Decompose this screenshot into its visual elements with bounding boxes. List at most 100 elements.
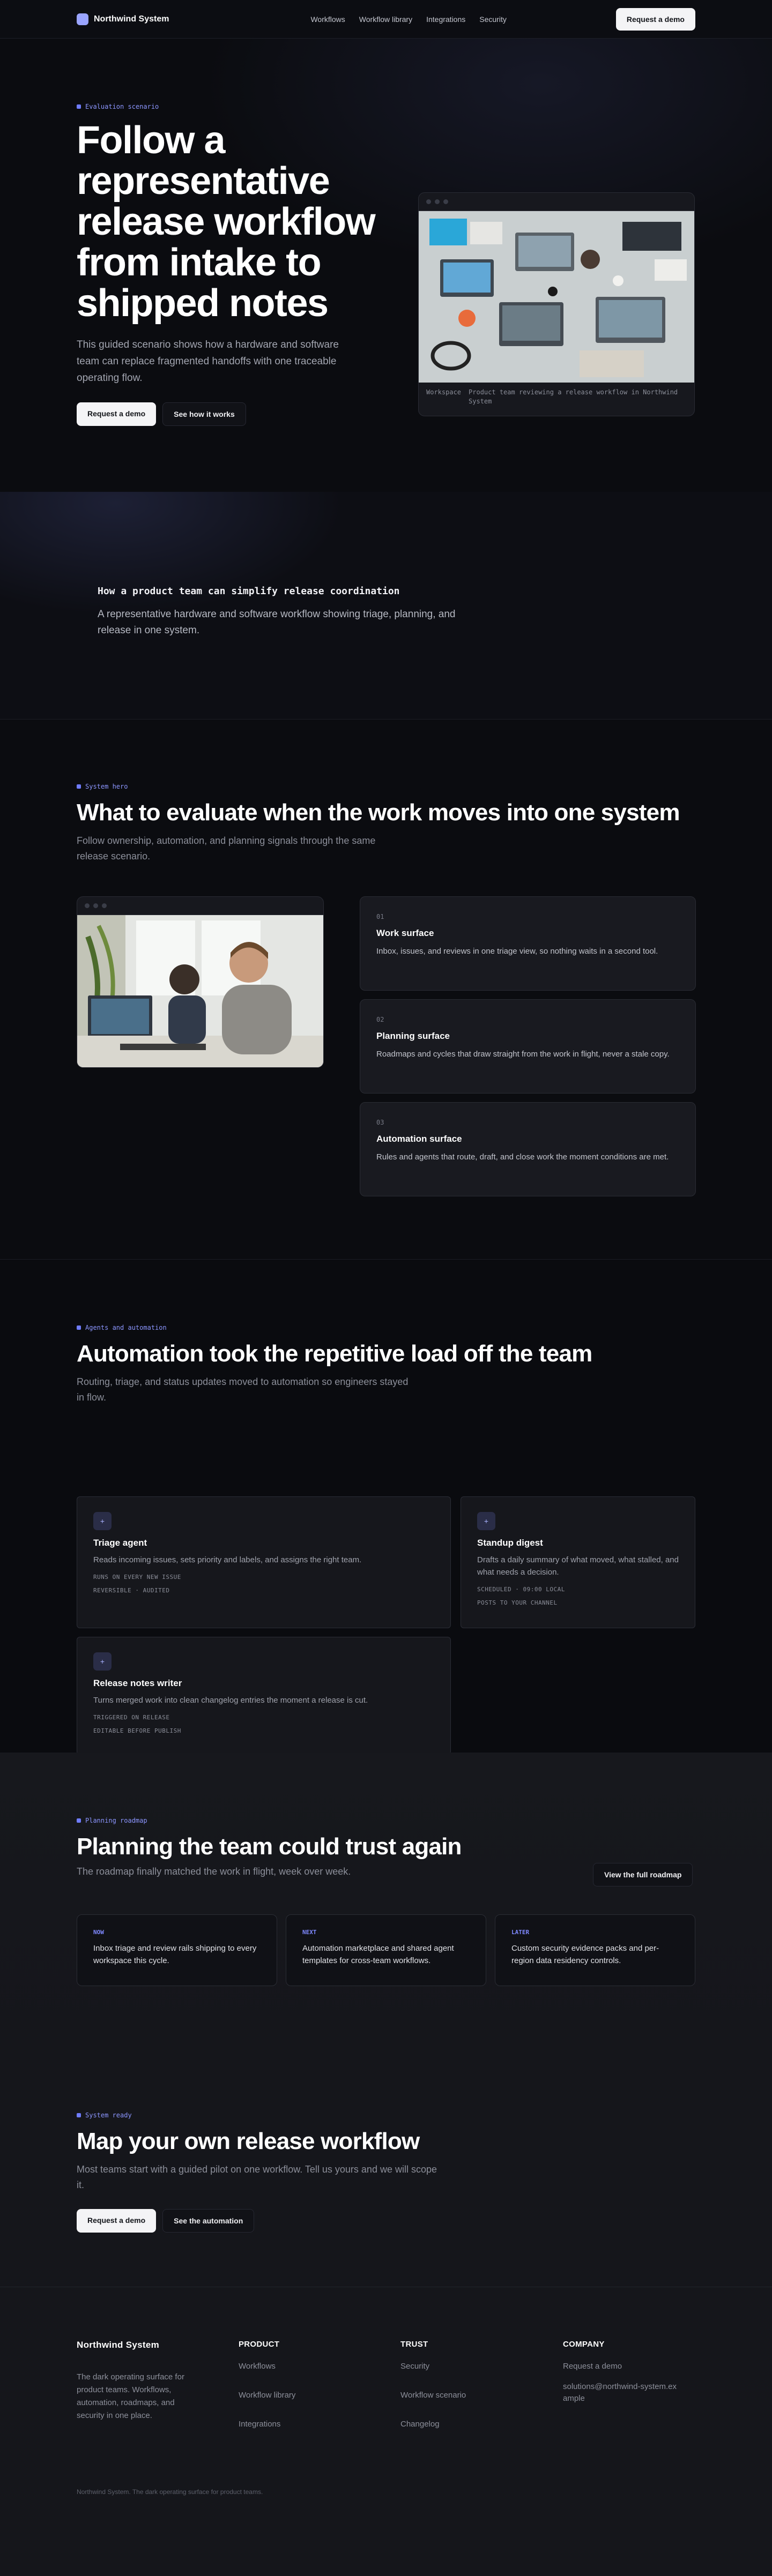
footer-link-changelog[interactable]: Changelog [400,2418,466,2430]
hero-eyebrow: Evaluation scenario [77,103,377,110]
surface-num: 01 [376,913,384,920]
eyebrow-square-icon [77,1818,81,1823]
roadmap-text: Automation marketplace and shared agent … [302,1944,454,1965]
eyebrow-square-icon [77,104,81,109]
footer-link-security[interactable]: Security [400,2361,466,2372]
surface-card-planning: 02 Planning surface Roadmaps and cycles … [360,999,696,1094]
agent-meta: POSTS TO YOUR CHANNEL [477,1599,558,1606]
roadmap-tag: NOW [93,1929,104,1936]
surface-title: Automation surface [376,1134,462,1144]
eyebrow-square-icon [77,1326,81,1330]
cta-see-automation-button[interactable]: See the automation [162,2209,255,2233]
footer-column-title: PRODUCT [239,2340,280,2349]
system-hero-section: System hero What to evaluate when the wo… [0,720,772,1260]
team-workspace-image [419,211,694,383]
footer-brand-column: Northwind System The dark operating surf… [77,2340,201,2422]
automation-eyebrow-label: Agents and automation [85,1324,167,1331]
surface-title: Work surface [376,928,434,938]
roadmap-subtitle: The roadmap finally matched the work in … [77,1866,351,1877]
agent-text: Turns merged work into clean changelog e… [93,1696,368,1705]
footer-link-request-demo[interactable]: Request a demo [563,2361,681,2372]
roadmap-card-next: NEXT Automation marketplace and shared a… [286,1914,486,1986]
hero-subtitle: This guided scenario shows how a hardwar… [77,339,339,384]
eyebrow-square-icon [77,2113,81,2117]
automation-section: Agents and automation Automation took th… [0,1260,772,1755]
hero-title: Follow a representative release workflow… [77,119,376,325]
intro-section: How a product team can simplify release … [0,492,772,720]
cta-subtitle: Most teams start with a guided pilot on … [77,2164,437,2190]
agent-meta: RUNS ON EVERY NEW ISSUE [93,1574,181,1581]
footer-column-product: PRODUCT Workflows Workflow library Integ… [239,2340,295,2430]
surface-card-automation: 03 Automation surface Rules and agents t… [360,1102,696,1196]
surface-text: Roadmaps and cycles that draw straight f… [376,1050,670,1059]
roadmap-section: Planning roadmap Planning the team could… [0,1753,772,2053]
hero-see-how-button[interactable]: See how it works [162,402,246,426]
cta-title: Map your own release workflow [77,2128,420,2154]
surface-title: Planning surface [376,1031,450,1041]
footer-brand: Northwind System [77,2340,160,2350]
nav-link-workflows[interactable]: Workflows [310,15,345,24]
roadmap-tag: LATER [511,1929,530,1936]
roadmap-text: Inbox triage and review rails shipping t… [93,1944,257,1965]
automation-eyebrow: Agents and automation [77,1324,695,1331]
system-hero-subtitle: Follow ownership, automation, and planni… [77,835,376,862]
caption-label: Workspace [426,388,462,396]
roadmap-tag: NEXT [302,1929,317,1936]
agent-card-triage[interactable]: + Triage agent Reads incoming issues, se… [77,1496,451,1628]
cta-request-demo-button[interactable]: Request a demo [77,2209,157,2233]
nav-link-security[interactable]: Security [479,15,507,24]
hero-request-demo-button[interactable]: Request a demo [77,402,157,426]
brand-mark-icon [77,13,88,25]
agent-text: Reads incoming issues, sets priority and… [93,1555,362,1564]
agent-text: Drafts a daily summary of what moved, wh… [477,1555,679,1577]
footer-link-workflow-library[interactable]: Workflow library [239,2390,295,2401]
surface-text: Rules and agents that route, draft, and … [376,1152,669,1162]
roadmap-title: Planning the team could trust again [77,1833,462,1860]
plus-icon: + [477,1512,495,1530]
eyebrow-square-icon [77,784,81,789]
footer-link-workflow-scenario[interactable]: Workflow scenario [400,2390,466,2401]
system-hero-eyebrow-label: System hero [85,783,128,790]
automation-subtitle: Routing, triage, and status updates move… [77,1376,409,1403]
agent-meta: EDITABLE BEFORE PUBLISH [93,1727,181,1734]
footer: Northwind System The dark operating surf… [0,2287,772,2576]
office-photo-card [77,896,324,1068]
agent-card-release-notes[interactable]: + Release notes writer Turns merged work… [77,1637,451,1755]
plus-icon: + [93,1652,112,1671]
nav-link-workflow-library[interactable]: Workflow library [359,15,412,24]
window-dots [419,193,694,211]
window-dots [77,897,323,915]
hero-image-caption: Workspace Product team reviewing a relea… [419,383,694,411]
nav-link-integrations[interactable]: Integrations [426,15,465,24]
roadmap-eyebrow-label: Planning roadmap [85,1817,147,1824]
surface-card-work: 01 Work surface Inbox, issues, and revie… [360,896,696,991]
surface-num: 03 [376,1119,384,1126]
brand-logo[interactable]: Northwind System [77,13,169,25]
agent-meta: SCHEDULED · 09:00 LOCAL [477,1586,565,1593]
agent-meta: REVERSIBLE · AUDITED [93,1587,170,1594]
footer-column-trust: TRUST Security Workflow scenario Changel… [400,2340,466,2430]
caption-text: Product team reviewing a release workflo… [469,388,678,405]
agent-title: Standup digest [477,1538,543,1548]
view-roadmap-button[interactable]: View the full roadmap [593,1863,693,1886]
system-hero-eyebrow: System hero [77,783,695,790]
roadmap-text: Custom security evidence packs and per-r… [511,1944,659,1965]
roadmap-card-now: NOW Inbox triage and review rails shippi… [77,1914,277,1986]
automation-title: Automation took the repetitive load off … [77,1341,592,1367]
hero-eyebrow-label: Evaluation scenario [85,103,159,110]
footer-link-email[interactable]: solutions@northwind-system.example [563,2381,681,2405]
hero-image-card: Workspace Product team reviewing a relea… [418,192,695,416]
footer-link-integrations[interactable]: Integrations [239,2418,295,2430]
footer-link-workflows[interactable]: Workflows [239,2361,295,2372]
system-hero-title: What to evaluate when the work moves int… [77,799,680,826]
agent-card-standup[interactable]: + Standup digest Drafts a daily summary … [461,1496,695,1628]
agent-title: Release notes writer [93,1678,182,1688]
footer-column-company: COMPANY Request a demo solutions@northwi… [563,2340,681,2405]
agent-meta: TRIGGERED ON RELEASE [93,1714,170,1721]
engineers-at-desk-image [77,915,323,1067]
cta-eyebrow: System ready [77,2111,695,2119]
nav-links: Workflows Workflow library Integrations … [310,15,506,24]
surface-text: Inbox, issues, and reviews in one triage… [376,947,658,956]
roadmap-card-later: LATER Custom security evidence packs and… [495,1914,695,1986]
nav-request-demo-button[interactable]: Request a demo [615,8,695,31]
